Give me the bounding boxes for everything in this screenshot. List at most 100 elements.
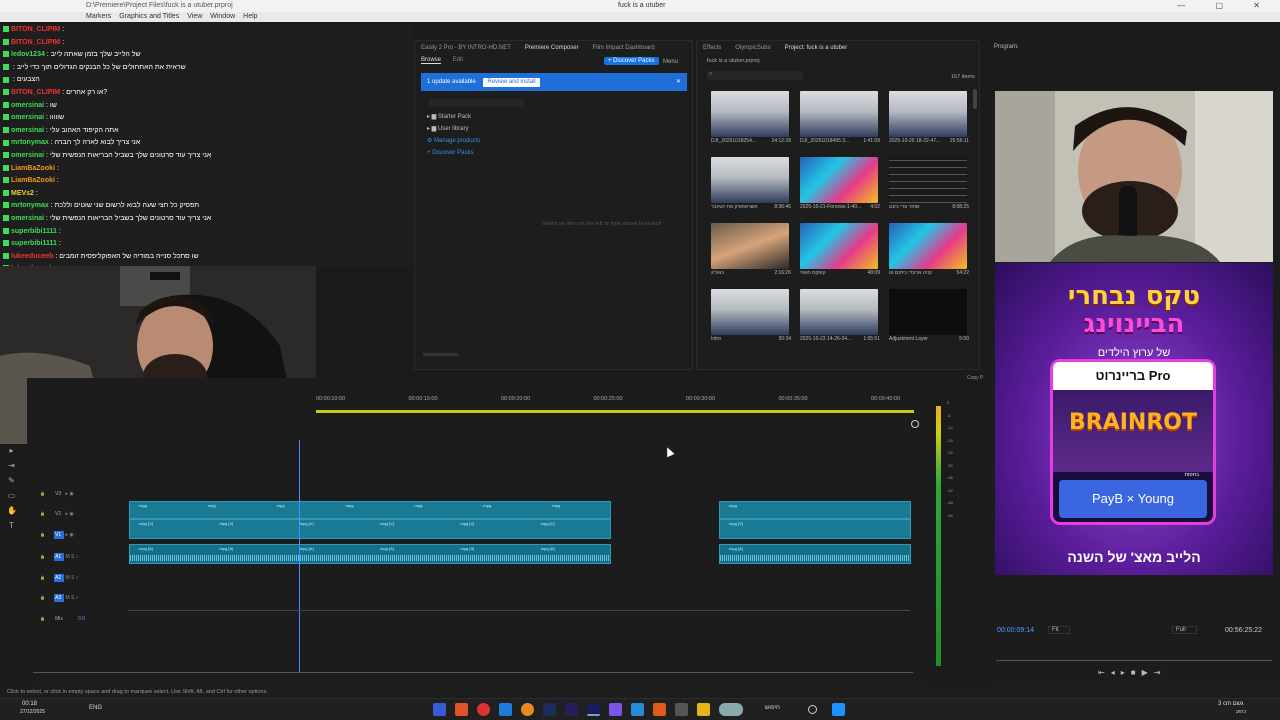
app-icon-orange[interactable] [455, 703, 468, 716]
timeline-ruler[interactable]: 00:00:10:00 00:00:15:00 00:00:20:00 00:00:2… [316, 396, 916, 416]
track-header[interactable]: 🔒 A3 M S ♪ [40, 594, 78, 602]
chat-username[interactable]: LiamBaZooki [11, 177, 55, 184]
track-visibility-icon[interactable]: ▸ ◉ [64, 532, 73, 538]
track-name[interactable]: V2 [54, 510, 64, 518]
menu-item[interactable]: Help [243, 13, 257, 20]
project-item[interactable]: 2025-10-23 14-26-34... 1:05:51 [800, 289, 880, 343]
chat-username[interactable]: BITON_CLIPIM [11, 89, 60, 96]
timeline-horizontal-scroll[interactable] [33, 672, 913, 676]
search-icon[interactable] [808, 705, 817, 714]
timeline-scroll-handle-top[interactable] [911, 420, 919, 428]
notepad-icon[interactable] [499, 703, 512, 716]
mix-value[interactable]: 0.0 [78, 616, 85, 622]
chat-username[interactable]: lukeeduceeb [11, 253, 53, 260]
quality-dropdown[interactable]: Full [1172, 626, 1197, 634]
project-scrollbar[interactable] [973, 89, 977, 109]
extension-tree-item[interactable]: ▸ ▆ Starter Pack [427, 111, 480, 123]
chat-username[interactable]: omersinai [11, 114, 44, 121]
window-controls[interactable]: — ▢ ✕ [1177, 1, 1274, 10]
extension-tab[interactable]: Premiere Composer [525, 45, 579, 51]
lock-icon[interactable]: 🔒 [40, 616, 46, 621]
chat-username[interactable]: omersinai [11, 127, 44, 134]
chat-username[interactable]: omersinai [11, 152, 44, 159]
chat-username[interactable]: BITON_CLIPIM [11, 39, 60, 46]
track-mute-solo-icon[interactable]: M S ♪ [64, 595, 78, 601]
track-name[interactable]: A1 [54, 553, 65, 561]
project-item[interactable]: אשראפאיק את יוטיובר 8:36:46 [711, 157, 791, 211]
chat-username[interactable]: superbibi1111 [11, 228, 57, 235]
track-name[interactable]: V3 [54, 490, 64, 498]
project-item[interactable]: Adjustment Layer 5:00 [889, 289, 969, 343]
transport-controls[interactable]: ⇤◂▸■▶⇥ [1098, 668, 1166, 677]
chat-username[interactable]: LiamBaZooki [11, 165, 55, 172]
tab-edit[interactable]: Edit [453, 57, 463, 63]
menu-item[interactable]: Markers [86, 13, 111, 20]
track-header[interactable]: 🔒 V1 ▸ ◉ [40, 531, 74, 539]
rectangle-tool-icon[interactable]: ▭ [7, 491, 16, 500]
track-header[interactable]: 🔒 A2 M S ♪ [40, 574, 78, 582]
store-icon[interactable] [675, 703, 688, 716]
lock-icon[interactable]: 🔒 [40, 532, 46, 537]
project-item[interactable]: DJI_20251018254... 24:12:28 [711, 91, 791, 145]
chat-username[interactable]: omersinai [11, 102, 44, 109]
program-timecode[interactable]: 00:00:09:14 [997, 627, 1034, 634]
chat-username[interactable]: MEVs2 [11, 190, 34, 197]
menu-item[interactable]: Window [210, 13, 235, 20]
video-clip[interactable]: .mpg [V] .mpg [V] .mpg [V] .mpg [V] .mpg [V]… [129, 519, 611, 539]
lock-icon[interactable]: 🔒 [40, 554, 46, 559]
video-clip[interactable]: .mpg [719, 501, 911, 519]
chat-username[interactable]: BITON_CLIPIM [11, 26, 60, 33]
track-name[interactable]: A3 [54, 594, 65, 602]
chat-username[interactable]: mrtonymax [11, 202, 49, 209]
premiere-icon[interactable] [587, 703, 600, 716]
project-item[interactable]: 2025-10-21-Forcese-1-40... 4:02 [800, 157, 880, 211]
type-tool-icon[interactable]: T [7, 521, 16, 530]
extension-tree-item[interactable]: + Discover Packs [427, 147, 480, 159]
project-item[interactable]: קזינו ארונדי כיתום ונו 54:22 [889, 223, 969, 277]
lock-icon[interactable]: 🔒 [40, 491, 46, 496]
discord-icon[interactable] [609, 703, 622, 716]
video-clip[interactable]: .mpg [V] [719, 519, 911, 539]
fit-dropdown[interactable]: Fit [1048, 626, 1070, 634]
project-item[interactable]: DJI_20251018495 3... 1:41:09 [800, 91, 880, 145]
extensions-zoom-slider[interactable] [423, 353, 459, 356]
project-tab[interactable]: Project: fuck is a utuber [785, 45, 848, 51]
after-effects-icon[interactable] [565, 703, 578, 716]
brave-icon[interactable] [653, 703, 666, 716]
project-item[interactable]: כאוליג 2:16:26 [711, 223, 791, 277]
track-mute-solo-icon[interactable]: M S ♪ [64, 554, 78, 560]
photoshop-icon[interactable] [543, 703, 556, 716]
track-header[interactable]: 🔒 V3 ▸ ◉ [40, 490, 74, 498]
menu-item[interactable]: View [187, 13, 202, 20]
taskbar-lang[interactable]: ENG [89, 705, 102, 711]
blender-icon[interactable] [521, 703, 534, 716]
folder-icon[interactable] [697, 703, 710, 716]
menu-item[interactable]: Graphics and Titles [119, 13, 179, 20]
edge-icon[interactable] [433, 703, 446, 716]
widget-icon[interactable] [719, 703, 743, 716]
chrome-icon[interactable] [477, 703, 490, 716]
track-select-icon[interactable]: ⇥ [7, 461, 16, 470]
windows-start-icon[interactable] [832, 703, 845, 716]
project-item[interactable]: Intro 30:34 [711, 289, 791, 343]
pen-tool-icon[interactable]: ✎ [7, 476, 16, 485]
chat-username[interactable]: superbibi1111 [11, 240, 57, 247]
chat-username[interactable]: omersinai [11, 215, 44, 222]
chat-username[interactable]: mrtonymax [11, 139, 49, 146]
track-header[interactable]: 🔒 Mix 0.0 [40, 615, 85, 623]
playhead[interactable] [299, 440, 300, 672]
track-mute-solo-icon[interactable]: M S ♪ [64, 575, 78, 581]
track-name[interactable]: A2 [54, 574, 65, 582]
track-header[interactable]: 🔒 A1 M S ♪ [40, 553, 78, 561]
track-visibility-icon[interactable]: ▸ ◉ [64, 511, 73, 517]
track-name[interactable]: Mix [54, 615, 64, 623]
hand-tool-icon[interactable]: ✋ [7, 506, 17, 515]
tab-browse[interactable]: Browse [421, 57, 442, 64]
taskbar-search[interactable]: חיפוש [765, 705, 780, 711]
lock-icon[interactable]: 🔒 [40, 511, 46, 516]
track-name[interactable]: V1 [54, 531, 65, 539]
review-install-button[interactable]: Review and install [483, 78, 540, 87]
extensions-search-input[interactable] [429, 99, 524, 107]
extensions-menu-button[interactable]: Menu [663, 59, 678, 65]
extension-tab[interactable]: Film Impact Dashboard [593, 45, 655, 51]
